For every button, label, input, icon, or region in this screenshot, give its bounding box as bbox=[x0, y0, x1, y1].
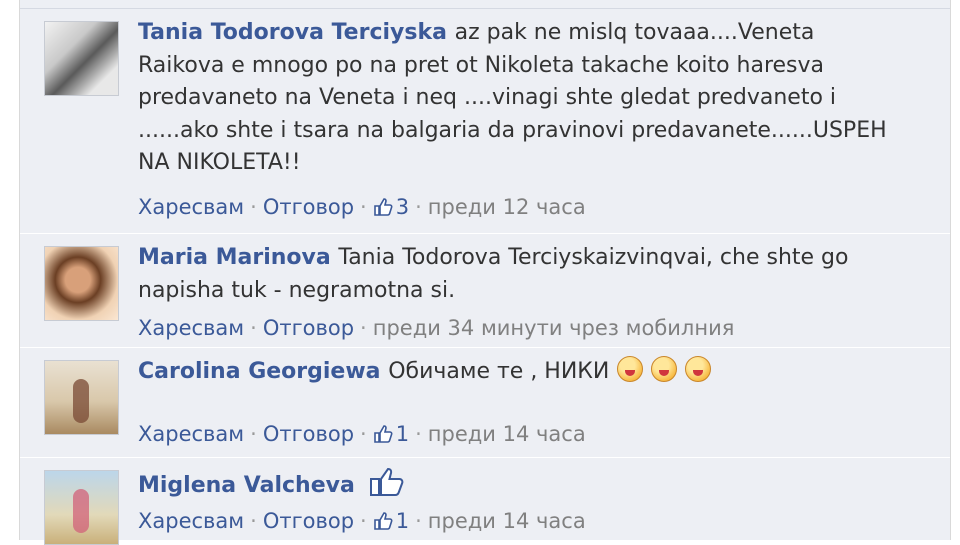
comment-text-line: Raikova e mnogo po na pret ot Nikoleta t… bbox=[138, 52, 825, 78]
thumbs-up-icon bbox=[373, 197, 393, 222]
comment-author[interactable]: Carolina Georgiewa bbox=[138, 359, 388, 384]
avatar[interactable] bbox=[44, 21, 119, 96]
smiley-icon bbox=[651, 356, 678, 382]
separator: · bbox=[415, 509, 422, 533]
thumbs-up-icon bbox=[373, 511, 393, 536]
comment-text-line: ......ako shte i tsara na balgaria da pr… bbox=[138, 117, 887, 143]
timestamp[interactable]: преди 14 часа bbox=[428, 422, 586, 446]
like-count: 1 bbox=[395, 422, 410, 446]
separator: · bbox=[250, 195, 257, 219]
comment-body: Tania Todorova Terciyska az pak ne mislq… bbox=[138, 17, 938, 180]
thumbs-up-icon bbox=[373, 424, 393, 449]
separator: · bbox=[360, 422, 367, 446]
timestamp[interactable]: преди 12 часа bbox=[428, 195, 586, 219]
separator: · bbox=[250, 316, 257, 340]
avatar[interactable] bbox=[44, 360, 119, 435]
previous-comment-edge bbox=[20, 0, 950, 9]
separator: · bbox=[360, 316, 367, 340]
separator: · bbox=[250, 509, 257, 533]
comment-actions: Харесвам · Отговор · 1 · преди 14 часа bbox=[138, 422, 586, 449]
smiley-icon bbox=[617, 356, 644, 382]
like-link[interactable]: Харесвам bbox=[138, 316, 244, 340]
smiley-icon bbox=[685, 356, 712, 382]
avatar-figure bbox=[73, 379, 89, 423]
reply-link[interactable]: Отговор bbox=[263, 316, 354, 340]
avatar[interactable] bbox=[44, 470, 119, 545]
like-count-link[interactable]: 3 bbox=[373, 195, 409, 219]
comment-text-line: Tania Todorova Terciyskaizvinqvai, che s… bbox=[338, 245, 849, 270]
panel-right-border bbox=[950, 0, 951, 540]
comment-author[interactable]: Maria Marinova bbox=[138, 245, 338, 270]
like-link[interactable]: Харесвам bbox=[138, 195, 244, 219]
reply-link[interactable]: Отговор bbox=[263, 509, 354, 533]
comment-body: Carolina Georgiewa Обичаме те , НИКИ bbox=[138, 356, 938, 389]
comment-author[interactable]: Tania Todorova Terciyska bbox=[138, 20, 455, 45]
reply-link[interactable]: Отговор bbox=[263, 422, 354, 446]
comment-item: Maria Marinova Tania Todorova Terciyskai… bbox=[20, 234, 950, 348]
timestamp[interactable]: преди 34 минути чрез мобилния bbox=[373, 316, 735, 340]
comment-author[interactable]: Miglena Valcheva bbox=[138, 473, 363, 498]
comment-text-line: napisha tuk - negramotna si. bbox=[138, 277, 456, 303]
reply-link[interactable]: Отговор bbox=[263, 195, 354, 219]
like-link[interactable]: Харесвам bbox=[138, 422, 244, 446]
comment-text-line: predavaneto na Veneta i neq ....vinagi s… bbox=[138, 85, 837, 110]
avatar[interactable] bbox=[44, 246, 119, 321]
comment-actions: Харесвам · Отговор · преди 34 минути чрез мо… bbox=[138, 316, 734, 340]
like-count-link[interactable]: 1 bbox=[373, 422, 409, 446]
separator: · bbox=[360, 509, 367, 533]
comment-body: Miglena Valcheva bbox=[138, 466, 938, 509]
separator: · bbox=[360, 195, 367, 219]
comment-item: Miglena Valcheva Харесвам · Отговор · 1 · пред… bbox=[20, 458, 950, 545]
separator: · bbox=[415, 422, 422, 446]
comment-actions: Харесвам · Отговор · 1 · преди 14 часа bbox=[138, 509, 586, 536]
comment-text-line: az pak ne mislq tovaaa....Veneta bbox=[454, 20, 815, 45]
like-count: 3 bbox=[395, 195, 410, 219]
comment-actions: Харесвам · Отговор · 3 · преди 12 часа bbox=[138, 195, 586, 222]
separator: · bbox=[250, 422, 257, 446]
comment-text: Обичаме те , НИКИ bbox=[388, 359, 610, 384]
like-link[interactable]: Харесвам bbox=[138, 509, 244, 533]
timestamp[interactable]: преди 14 часа bbox=[428, 509, 586, 533]
comment-text-line: NA NIKOLETA!! bbox=[138, 150, 301, 175]
comment-item: Carolina Georgiewa Обичаме те , НИКИ Хар… bbox=[20, 348, 950, 458]
comment-item: Tania Todorova Terciyska az pak ne mislq… bbox=[20, 9, 950, 234]
comment-body: Maria Marinova Tania Todorova Terciyskai… bbox=[138, 242, 938, 307]
like-count: 1 bbox=[395, 509, 410, 533]
like-count-link[interactable]: 1 bbox=[373, 509, 409, 533]
comments-panel: Tania Todorova Terciyska az pak ne mislq… bbox=[0, 0, 960, 545]
separator: · bbox=[415, 195, 422, 219]
thumbs-up-icon bbox=[369, 466, 407, 509]
avatar-figure bbox=[73, 489, 89, 533]
